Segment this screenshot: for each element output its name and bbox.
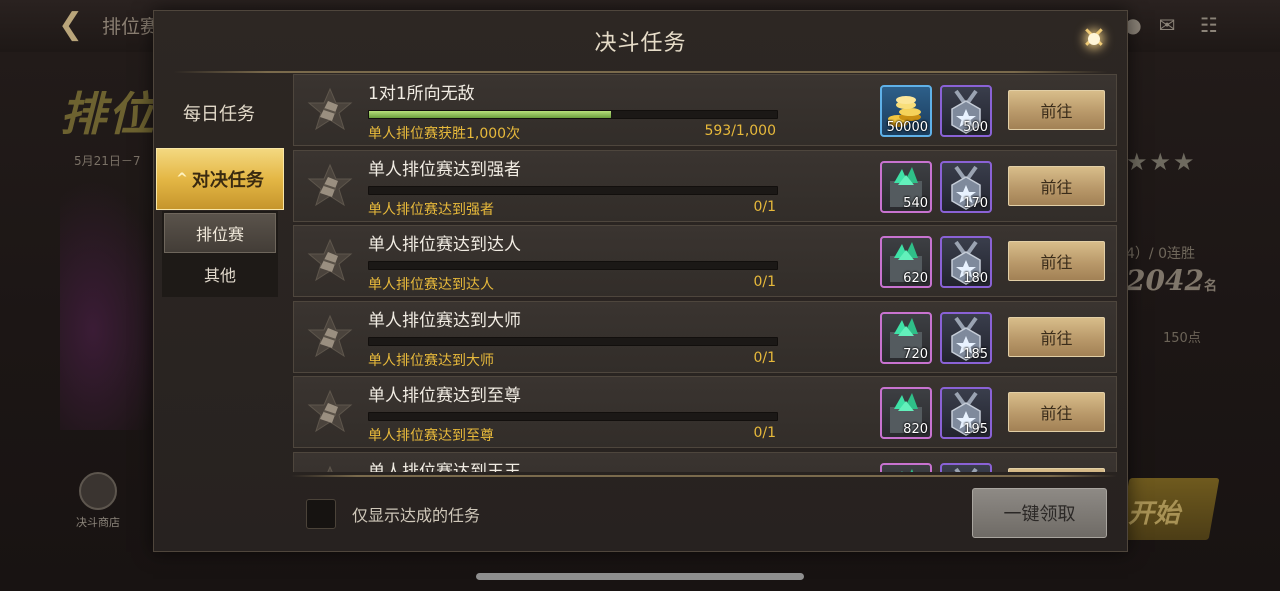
tab-daily-tasks[interactable]: 每日任务 — [156, 83, 282, 143]
rank-score: 2042名 — [1126, 264, 1217, 297]
gem-crate-reward[interactable]: 620 — [880, 236, 932, 288]
goto-button[interactable]: 前往 — [1008, 90, 1105, 130]
reward-quantity: 500 — [963, 120, 988, 135]
task-scroll-badge-icon — [306, 87, 354, 135]
duel-shop-icon — [79, 472, 117, 510]
season-date: 5月21日－7 — [74, 154, 141, 168]
chat-icon[interactable]: ☷ — [1196, 14, 1222, 36]
gem-crate-reward[interactable]: 540 — [880, 160, 932, 213]
task-progress-bar — [368, 412, 778, 421]
task-description: 单人排位赛达到达人 — [368, 277, 494, 293]
goto-button[interactable]: 前往 — [1008, 392, 1105, 432]
medal-reward[interactable] — [940, 462, 992, 472]
task-scroll-badge-icon — [306, 465, 354, 472]
task-row: 单人排位赛达到强者 单人排位赛达到强者 0/1 540 170 前往 — [293, 149, 1117, 222]
goto-button[interactable]: 前往 — [1008, 316, 1105, 357]
task-progress-bar — [368, 261, 778, 270]
show-completed-checkbox[interactable] — [306, 499, 336, 529]
task-name: 单人排位赛达到王王 — [368, 461, 521, 473]
reward-quantity: 170 — [963, 195, 988, 211]
task-description: 单人排位赛获胜1,000次 — [368, 126, 521, 142]
task-progress-fill — [369, 111, 611, 118]
reward-quantity: 820 — [903, 422, 928, 437]
task-progress-text: 0/1 — [753, 198, 776, 215]
duel-subtabs: 排位赛 其他 — [162, 211, 278, 297]
medal-reward[interactable]: 500 — [940, 85, 992, 137]
task-progress-bar — [368, 185, 778, 195]
gem-crate-reward[interactable] — [880, 462, 932, 472]
task-name: 单人排位赛达到大师 — [368, 310, 521, 331]
goto-button[interactable]: 前往 — [1008, 165, 1105, 206]
reward-quantity: 185 — [963, 346, 988, 362]
tab-daily-label: 每日任务 — [183, 104, 255, 125]
close-glow — [1088, 33, 1100, 45]
task-row: 单人排位赛达到王王 — [293, 451, 1117, 473]
claim-all-button[interactable]: 一键领取 — [972, 488, 1107, 538]
task-name: 单人排位赛达到强者 — [368, 159, 521, 180]
task-scroll-badge-icon — [306, 389, 354, 437]
medal-reward[interactable]: 180 — [940, 236, 992, 288]
background-title: 排位赛 — [102, 16, 160, 38]
task-progress-text: 0/1 — [753, 349, 776, 366]
medal-reward[interactable]: 195 — [940, 387, 992, 439]
task-description: 单人排位赛达到大师 — [368, 352, 494, 369]
gem-crate-reward[interactable]: 820 — [880, 387, 932, 439]
task-scroll-badge-icon — [306, 163, 354, 211]
dialog-title: 决斗任务 — [594, 31, 687, 56]
task-row: 单人排位赛达到达人 单人排位赛达到达人 0/1 620 180 前往 — [293, 225, 1117, 297]
reward-quantity: 540 — [903, 195, 928, 211]
goto-button[interactable] — [1008, 467, 1105, 472]
task-progress-text: 0/1 — [753, 425, 776, 441]
reward-quantity: 50000 — [886, 120, 928, 135]
reward-quantity: 620 — [903, 271, 928, 286]
rank-stars: ★★★ — [1126, 148, 1197, 176]
reward-quantity: 195 — [963, 422, 988, 437]
task-progress-bar — [368, 110, 778, 119]
win-record: 4）/ 0连胜 — [1126, 246, 1195, 262]
duel-tasks-dialog: 决斗任务 ✕ 每日任务 ^对决任务 排位赛 其他 1对1所向无敌单人排位赛获胜1… — [153, 10, 1128, 552]
task-progress-text: 593/1,000 — [704, 123, 776, 139]
task-description: 单人排位赛达到至尊 — [368, 428, 494, 444]
medal-reward[interactable]: 170 — [940, 160, 992, 213]
reward-quantity: 180 — [963, 271, 988, 286]
home-indicator — [476, 573, 804, 580]
task-name: 单人排位赛达到达人 — [368, 235, 521, 255]
task-scroll-badge-icon — [306, 314, 354, 362]
chevron-up-icon: ^ — [176, 171, 188, 187]
task-category-sidebar: 每日任务 ^ 对决任务 排位赛 其他 — [154, 75, 284, 535]
gem-crate-reward[interactable]: 720 — [880, 311, 932, 364]
task-row: 单人排位赛达到至尊 单人排位赛达到至尊 0/1 820 195 前往 — [293, 376, 1117, 448]
task-scroll-badge-icon — [306, 238, 354, 286]
task-row: 单人排位赛达到大师 单人排位赛达到大师 0/1 720 185 前往 — [293, 300, 1117, 373]
tab-duel-label: 对决任务 — [191, 170, 264, 191]
task-progress-text: 0/1 — [753, 274, 776, 290]
start-button-label: 开始 — [1128, 499, 1181, 529]
task-progress-bar — [368, 336, 778, 346]
task-description: 单人排位赛达到强者 — [368, 201, 494, 218]
medal-reward[interactable]: 185 — [940, 311, 992, 364]
mail-icon[interactable]: ✉ — [1154, 14, 1180, 36]
task-name: 单人排位赛达到至尊 — [368, 386, 521, 406]
subtab-ranked[interactable]: 排位赛 — [164, 213, 276, 253]
task-list[interactable]: 1对1所向无敌 单人排位赛获胜1,000次 593/1,000 50000 500 前往单… — [291, 73, 1117, 472]
goto-button[interactable]: 前往 — [1008, 241, 1105, 281]
reward-quantity: 720 — [903, 346, 928, 362]
points-text: 150点 — [1163, 331, 1201, 346]
list-divider — [291, 475, 1117, 477]
tab-duel-tasks[interactable]: ^ 对决任务 — [156, 148, 284, 210]
duel-shop-button[interactable]: 决斗商店 — [64, 472, 132, 530]
subtab-other[interactable]: 其他 — [164, 255, 276, 293]
task-name: 1对1所向无敌 — [368, 84, 475, 104]
back-arrow-icon[interactable]: ❮ — [58, 8, 92, 42]
gold-coins-reward[interactable]: 50000 — [880, 85, 932, 137]
duel-shop-label: 决斗商店 — [76, 516, 120, 529]
show-completed-label: 仅显示达成的任务 — [352, 506, 481, 525]
task-row: 1对1所向无敌单人排位赛获胜1,000次 593/1,000 50000 500 前往 — [293, 74, 1117, 146]
close-button[interactable]: ✕ — [1074, 19, 1114, 59]
